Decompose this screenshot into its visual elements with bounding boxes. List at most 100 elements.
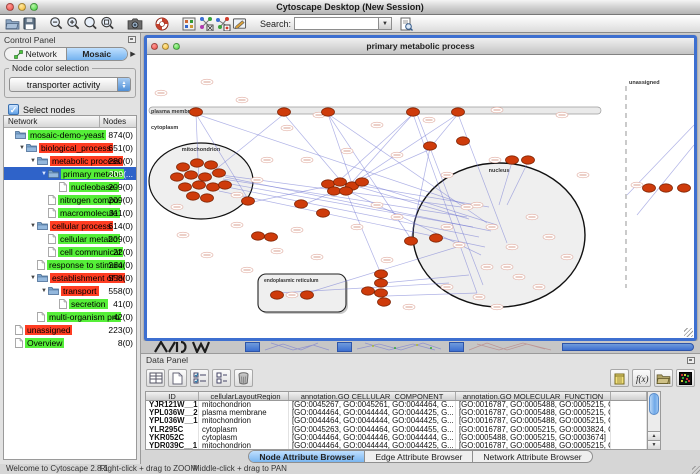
column-header[interactable] (611, 392, 647, 400)
zoom-out-icon[interactable] (48, 16, 65, 31)
layout-b-icon[interactable] (214, 16, 231, 31)
network-node[interactable] (328, 187, 341, 195)
network-node[interactable] (219, 181, 232, 189)
tab-node-attribute-browser[interactable]: Node Attribute Browser (249, 451, 365, 462)
search-input[interactable] (294, 17, 378, 30)
expander-icon[interactable]: ▼ (40, 288, 48, 294)
network-node[interactable] (295, 200, 308, 208)
tree-row[interactable]: unassigned223(0) (4, 323, 136, 336)
table-row[interactable]: YDR039C__1mitochondrion[GO:0044464, GO:0… (146, 442, 647, 449)
network-node[interactable] (678, 184, 691, 192)
network-node[interactable] (252, 232, 265, 240)
expander-icon[interactable]: ▼ (29, 275, 37, 281)
expander-icon[interactable]: ▼ (40, 171, 48, 177)
tree-row[interactable]: Overview8(0) (4, 336, 136, 349)
network-window-titlebar[interactable]: primary metabolic process (147, 38, 694, 55)
network-node[interactable] (171, 173, 184, 181)
layout-a-icon[interactable] (197, 16, 214, 31)
network-node[interactable] (375, 270, 388, 278)
new-attribute-icon[interactable] (212, 369, 231, 387)
network-node[interactable] (340, 187, 353, 195)
window-fragment[interactable] (337, 342, 352, 352)
tree-row[interactable]: cell communicat22(0) (4, 245, 136, 258)
column-header[interactable]: ID (146, 392, 199, 400)
network-node[interactable] (201, 194, 214, 202)
matrix-view-icon[interactable] (676, 369, 695, 387)
zoom-actual-icon[interactable] (82, 16, 99, 31)
network-node[interactable] (356, 178, 369, 186)
network-node[interactable] (213, 169, 226, 177)
unselect-all-attributes-icon[interactable] (168, 369, 187, 387)
network-node[interactable] (405, 237, 418, 245)
node-color-select[interactable]: transporter activity ▲▼ (9, 77, 131, 92)
tree-column-network[interactable]: Network (4, 116, 100, 127)
network-node[interactable] (506, 156, 519, 164)
network-node[interactable] (193, 181, 206, 189)
network-node[interactable] (362, 287, 375, 295)
network-zoom-button[interactable] (173, 43, 180, 50)
network-node[interactable] (179, 183, 192, 191)
network-node[interactable] (242, 197, 255, 205)
tree-row[interactable]: ▼cellular process614(0) (4, 219, 136, 232)
network-node[interactable] (407, 108, 420, 116)
network-node[interactable] (185, 171, 198, 179)
scroll-up-button[interactable]: ▲ (648, 431, 660, 440)
expander-icon[interactable]: ▼ (29, 223, 37, 229)
select-all-attributes-icon[interactable] (146, 369, 165, 387)
network-node[interactable] (457, 137, 470, 145)
tree-row[interactable]: mosaic-demo-yeast874(0) (4, 128, 136, 141)
network-node[interactable] (317, 209, 330, 217)
close-button[interactable] (6, 3, 14, 11)
network-node[interactable] (322, 108, 335, 116)
network-node[interactable] (271, 291, 284, 299)
network-node[interactable] (643, 184, 656, 192)
tree-row[interactable]: multi-organism pro42(0) (4, 310, 136, 323)
network-node[interactable] (301, 291, 314, 299)
network-node[interactable] (430, 234, 443, 242)
tree-row[interactable]: cellular metabo209(0) (4, 232, 136, 245)
network-canvas[interactable]: plasma membranecytoplasmmitochondrionnuc… (147, 55, 694, 338)
network-node[interactable] (375, 289, 388, 297)
table-row[interactable]: YJR121W__1mitochondrion[GO:0045267, GO:0… (146, 401, 647, 409)
app-resize-grip[interactable] (692, 466, 700, 474)
region-plasma-membrane[interactable] (149, 107, 601, 114)
window-fragment[interactable] (449, 342, 464, 352)
window-fragment[interactable] (245, 342, 260, 352)
expander-icon[interactable]: ▼ (18, 145, 26, 151)
scrollbar-thumb[interactable] (649, 393, 659, 415)
network-node[interactable] (375, 279, 388, 287)
network-node[interactable] (190, 108, 203, 116)
table-row[interactable]: YLR295Ccytoplasm[GO:0045263, GO:0044464,… (146, 426, 647, 434)
zoom-button[interactable] (30, 3, 38, 11)
network-node[interactable] (378, 298, 391, 306)
float-panel-icon[interactable] (128, 36, 136, 43)
tab-mosaic[interactable]: Mosaic (67, 48, 128, 60)
snapshot-icon[interactable] (126, 16, 143, 31)
zoom-fit-selected-icon[interactable] (99, 16, 116, 31)
table-row[interactable]: YKR052Ccytoplasm[GO:0044464, GO:0044446,… (146, 434, 647, 442)
tree-row[interactable]: ▼biological_process651(0) (4, 141, 136, 154)
window-fragment[interactable] (562, 343, 694, 351)
column-header[interactable]: _cellularLayoutRegion (199, 392, 289, 400)
network-node[interactable] (278, 108, 291, 116)
network-node[interactable] (199, 173, 212, 181)
tree-column-nodes[interactable]: Nodes (100, 116, 136, 127)
window-resize-grip[interactable] (684, 328, 693, 337)
save-icon[interactable] (21, 16, 38, 31)
expander-icon[interactable]: ▼ (29, 158, 37, 164)
network-node[interactable] (177, 163, 190, 171)
advanced-search-icon[interactable] (398, 16, 415, 31)
search-dropdown-arrow[interactable]: ▼ (378, 17, 392, 30)
network-close-button[interactable] (151, 43, 158, 50)
tab-network[interactable]: Network (5, 48, 67, 60)
network-node[interactable] (452, 108, 465, 116)
tree-row[interactable]: response to stimulu264(0) (4, 258, 136, 271)
tree-row[interactable]: nitrogen compo209(0) (4, 193, 136, 206)
network-node[interactable] (205, 161, 218, 169)
network-node[interactable] (424, 142, 437, 150)
zoom-in-icon[interactable] (65, 16, 82, 31)
tree-row[interactable]: secretion41(0) (4, 297, 136, 310)
network-minimize-button[interactable] (162, 43, 169, 50)
table-row[interactable]: YPL036W__1mitochondrion[GO:0044464, GO:0… (146, 417, 647, 425)
tab-edge-attribute-browser[interactable]: Edge Attribute Browser (365, 451, 473, 462)
